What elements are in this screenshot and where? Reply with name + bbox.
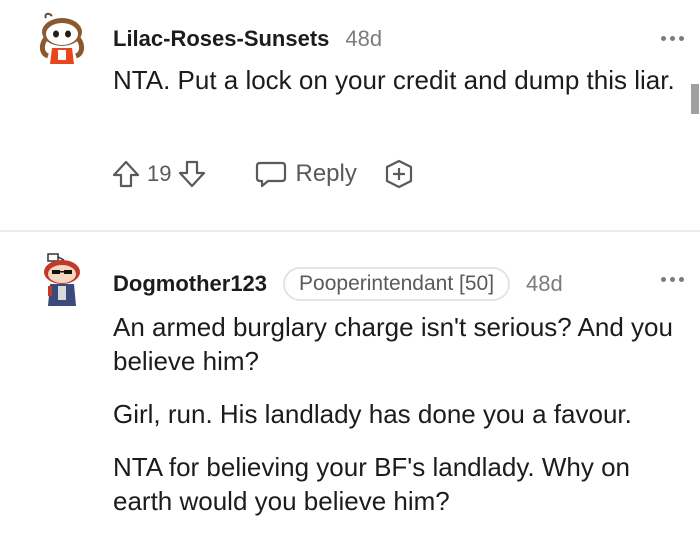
speech-bubble-icon [256, 161, 287, 188]
award-button[interactable] [383, 158, 415, 190]
comment: Dogmother123 Pooperintendant [50] 48d An… [0, 232, 700, 541]
vote-count: 19 [147, 161, 172, 186]
upvote-arrow-icon [112, 160, 140, 188]
comment-header: Lilac-Roses-Sunsets 48d [113, 24, 382, 54]
comment-paragraph: An armed burglary charge isn't serious? … [113, 312, 673, 376]
timestamp[interactable]: 48d [526, 271, 563, 297]
downvote-arrow-icon [179, 160, 206, 188]
snoo-avatar-icon [39, 12, 85, 64]
user-flair: Pooperintendant [50] [283, 267, 511, 301]
snoo-avatar-icon [44, 253, 80, 306]
comment-body: NTA. Put a lock on your credit and dump … [113, 63, 683, 116]
reply-label: Reply [295, 160, 357, 187]
comment-paragraph: Girl, run. His landlady has done you a f… [113, 399, 632, 429]
username[interactable]: Dogmother123 [113, 271, 267, 297]
comment: Lilac-Roses-Sunsets 48d NTA. Put a lock … [0, 0, 700, 230]
downvote-button[interactable] [177, 159, 207, 189]
more-options-dots-icon[interactable] [661, 36, 684, 41]
username[interactable]: Lilac-Roses-Sunsets [113, 26, 329, 52]
more-options-dots-icon[interactable] [661, 277, 684, 282]
upvote-button[interactable] [111, 159, 141, 189]
user-avatar[interactable] [34, 10, 90, 66]
comment-body: An armed burglary charge isn't serious? … [113, 310, 683, 537]
comment-header: Dogmother123 Pooperintendant [50] 48d [113, 266, 563, 302]
reply-button[interactable]: Reply [255, 159, 357, 189]
comment-paragraph: NTA for believing your BF's landlady. Wh… [113, 452, 631, 516]
comment-actions: 19 Reply [111, 156, 415, 192]
scrollbar[interactable] [691, 84, 699, 114]
award-plus-icon [385, 159, 412, 189]
comment-paragraph: NTA. Put a lock on your credit and dump … [113, 65, 675, 95]
timestamp[interactable]: 48d [345, 26, 382, 52]
user-avatar[interactable] [34, 252, 90, 308]
